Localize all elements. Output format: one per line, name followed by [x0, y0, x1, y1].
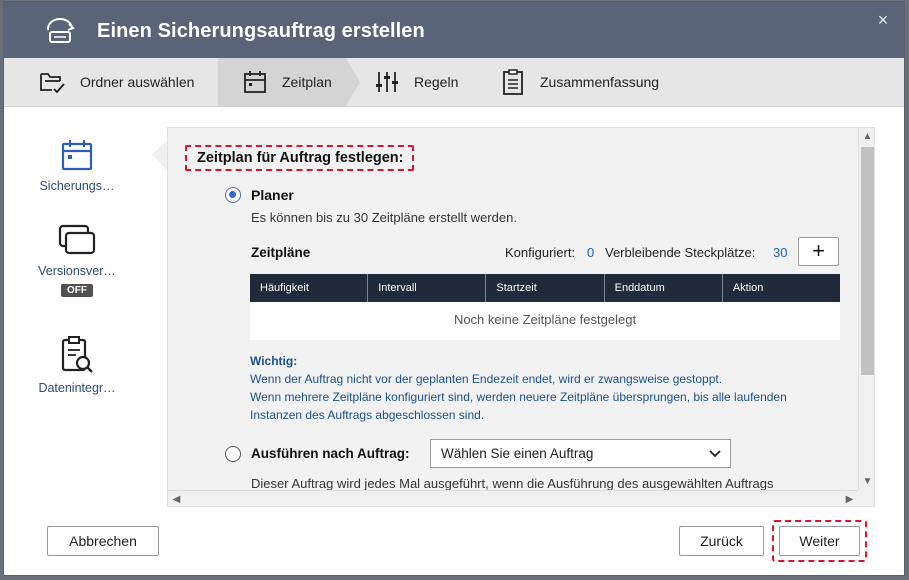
dialog-title: Einen Sicherungsauftrag erstellen	[97, 20, 425, 42]
column-header[interactable]: Aktion	[723, 274, 840, 302]
configured-value: 0	[587, 245, 595, 260]
dropdown-value: Wählen Sie einen Auftrag	[441, 446, 594, 461]
sidebar-item-data-integrity[interactable]: Datenintegr…	[4, 335, 150, 395]
schedules-table: Häufigkeit Intervall Startzeit Enddatum …	[250, 274, 840, 340]
backup-drive-icon	[46, 18, 75, 43]
important-heading: Wichtig:	[250, 354, 298, 368]
section-title: Zeitplan für Auftrag festlegen:	[185, 145, 414, 171]
next-button[interactable]: Weiter	[779, 526, 860, 556]
calendar-icon	[240, 67, 270, 97]
calendar-icon	[55, 135, 99, 175]
step-label: Regeln	[414, 74, 459, 90]
folder-check-icon	[38, 67, 68, 97]
vertical-scroll-thumb[interactable]	[861, 147, 874, 375]
important-line: Wenn mehrere Zeitpläne konfiguriert sind…	[250, 390, 787, 404]
back-button[interactable]: Zurück	[679, 526, 764, 556]
planer-radio[interactable]	[225, 187, 241, 203]
sidebar-item-label: Sicherungs…	[39, 179, 115, 193]
add-schedule-button[interactable]: +	[798, 237, 839, 266]
column-header[interactable]: Intervall	[368, 274, 487, 302]
backup-job-dialog: Einen Sicherungsauftrag erstellen × Ordn…	[3, 1, 905, 576]
scroll-down-icon[interactable]: ▼	[859, 473, 874, 490]
horizontal-scrollbar[interactable]: ◀ ▶	[168, 490, 858, 506]
step-summary[interactable]: Zusammenfassung	[498, 58, 659, 106]
schedules-heading: Zeitpläne	[251, 245, 311, 260]
important-line: Instanzen des Auftrags abgeschlossen sin…	[250, 408, 485, 422]
step-label: Ordner auswählen	[80, 74, 195, 90]
step-label: Zeitplan	[282, 74, 332, 90]
close-icon[interactable]: ×	[874, 11, 892, 29]
sidebar-item-label: Versionsver…	[38, 264, 116, 278]
after-job-radio[interactable]	[225, 446, 241, 462]
chevron-down-icon	[709, 450, 721, 458]
step-label: Zusammenfassung	[540, 74, 660, 90]
vertical-scrollbar[interactable]: ▲ ▼	[858, 128, 874, 490]
important-note: Wichtig: Wenn der Auftrag nicht vor der …	[250, 352, 787, 424]
clipboard-search-icon	[55, 335, 99, 375]
table-header: Häufigkeit Intervall Startzeit Enddatum …	[250, 274, 840, 302]
step-schedule[interactable]: Zeitplan	[240, 58, 332, 106]
wizard-steps: Ordner auswählen Zeitplan Regeln Zusamme…	[4, 58, 904, 107]
empty-table-message: Noch keine Zeitpläne festgelegt	[250, 302, 840, 340]
step-rules[interactable]: Regeln	[372, 58, 458, 106]
scroll-left-icon[interactable]: ◀	[168, 491, 185, 506]
versions-icon	[55, 220, 99, 260]
sidebar-item-versions[interactable]: Versionsver… OFF	[4, 220, 150, 297]
clipboard-icon	[498, 67, 528, 97]
sidebar-item-label: Datenintegr…	[38, 381, 116, 395]
planer-description: Es können bis zu 30 Zeitpläne erstellt w…	[251, 210, 517, 225]
remaining-label: Verbleibende Steckplätze:	[605, 245, 756, 260]
scrollbar-corner	[858, 490, 874, 506]
column-header[interactable]: Enddatum	[605, 274, 723, 302]
title-bar: Einen Sicherungsauftrag erstellen ×	[4, 2, 904, 58]
status-badge: OFF	[61, 284, 93, 297]
job-select-dropdown[interactable]: Wählen Sie einen Auftrag	[430, 439, 731, 468]
after-job-label: Ausführen nach Auftrag:	[251, 446, 410, 461]
planer-label: Planer	[251, 187, 294, 203]
important-line: Wenn der Auftrag nicht vor der geplanten…	[250, 372, 723, 386]
active-nav-pointer	[152, 140, 167, 170]
after-job-description: Dieser Auftrag wird jedes Mal ausgeführt…	[251, 476, 774, 491]
scroll-right-icon[interactable]: ▶	[841, 491, 858, 506]
sidebar-item-backup-schedule[interactable]: Sicherungs…	[4, 135, 150, 193]
sliders-icon	[372, 67, 402, 97]
remaining-value: 30	[773, 245, 788, 260]
column-header[interactable]: Startzeit	[486, 274, 605, 302]
step-select-folder[interactable]: Ordner auswählen	[38, 58, 194, 106]
active-step-arrow	[346, 58, 360, 106]
configured-label: Konfiguriert:	[505, 245, 576, 260]
column-header[interactable]: Häufigkeit	[250, 274, 369, 302]
scroll-up-icon[interactable]: ▲	[859, 128, 874, 145]
schedule-panel: Zeitplan für Auftrag festlegen: Planer E…	[167, 127, 875, 507]
cancel-button[interactable]: Abbrechen	[47, 526, 159, 556]
